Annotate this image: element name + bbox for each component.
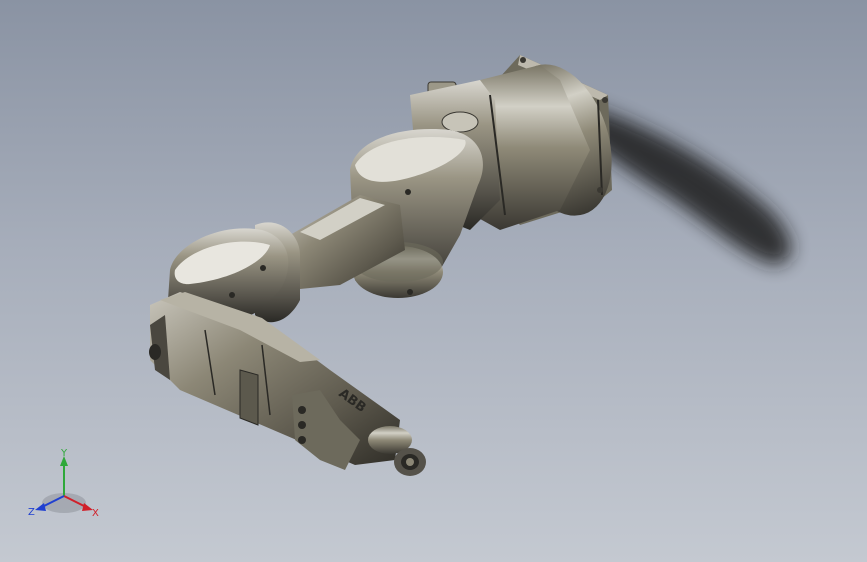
triad-y-label: Y: [60, 448, 68, 459]
graphics-viewport[interactable]: ABB Y X Z: [0, 0, 867, 562]
triad-z-label: Z: [28, 507, 35, 518]
robot-arm-model[interactable]: ABB: [0, 0, 867, 562]
coordinate-triad: Y X Z: [28, 448, 99, 519]
triad-x-label: X: [92, 508, 99, 519]
shadow-plume: [585, 105, 792, 265]
